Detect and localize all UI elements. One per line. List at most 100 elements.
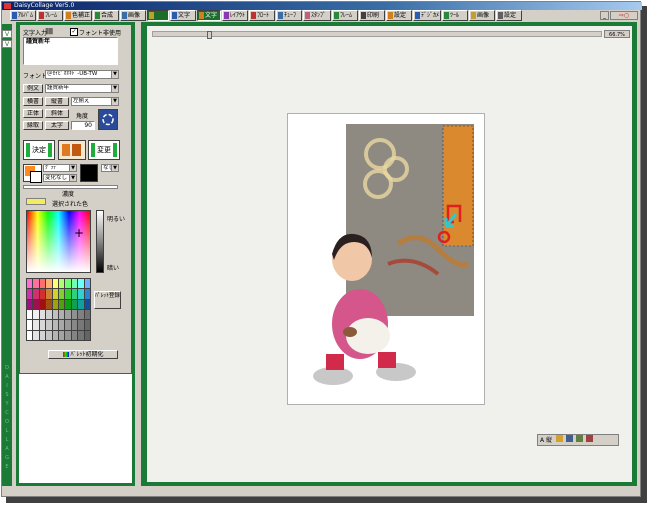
- toolbar-item[interactable]: ﾁｭｰﾌ: [276, 10, 302, 21]
- none-select[interactable]: なし ▼: [101, 164, 119, 172]
- preview-button[interactable]: [58, 140, 86, 160]
- palette-swatch[interactable]: [71, 289, 78, 299]
- palette-swatch[interactable]: [39, 279, 46, 289]
- palette-swatch[interactable]: [59, 320, 65, 330]
- palette-register-button[interactable]: ﾊﾟﾚｯﾄ登録: [94, 291, 121, 309]
- palette-swatch[interactable]: [33, 289, 39, 299]
- side-button-v2[interactable]: V: [2, 40, 12, 48]
- palette-swatch[interactable]: [84, 309, 90, 320]
- vertical-button[interactable]: 縦書: [45, 97, 69, 106]
- align-select[interactable]: 左揃え ▼: [71, 97, 119, 106]
- toolbar-item[interactable]: ﾌﾛｰﾄ: [249, 10, 275, 21]
- palette-swatch[interactable]: [52, 279, 58, 289]
- toolbar-item[interactable]: ｱﾙﾊﾞﾑ: [10, 10, 36, 21]
- horizontal-button[interactable]: 横書: [23, 97, 43, 106]
- toolbar-item[interactable]: 画像: [120, 10, 146, 21]
- bold-button[interactable]: 太字: [45, 121, 69, 130]
- toolbar-item[interactable]: 設定: [386, 10, 412, 21]
- toolbar-item[interactable]: ﾂｰﾙ: [442, 10, 468, 21]
- example-select[interactable]: 謹賀新年 ▼: [45, 84, 119, 93]
- regular-button[interactable]: 正体: [23, 109, 43, 118]
- tool-icon[interactable]: [555, 435, 563, 442]
- palette-swatch[interactable]: [84, 330, 90, 340]
- toolbar-item[interactable]: 色補正: [64, 10, 92, 21]
- minimize-button[interactable]: _: [600, 11, 609, 20]
- toolbar-item[interactable]: 文字: [170, 10, 196, 21]
- palette-swatch[interactable]: [71, 309, 78, 320]
- palette-swatch[interactable]: [39, 309, 46, 320]
- palette-swatch[interactable]: [65, 320, 71, 330]
- toolbar-item[interactable]: 設定: [496, 10, 522, 21]
- toolbar-item[interactable]: ﾚｲｱｳﾄ: [222, 10, 248, 21]
- palette-swatch[interactable]: [27, 320, 33, 330]
- palette-swatch[interactable]: [65, 309, 71, 320]
- horizontal-scrollbar[interactable]: [152, 31, 602, 39]
- tool-icon[interactable]: [565, 435, 573, 442]
- palette-init-button[interactable]: ﾊﾟﾚｯﾄ初期化: [48, 350, 118, 359]
- palette-swatch[interactable]: [27, 309, 33, 320]
- color-spectrum[interactable]: +: [26, 210, 91, 273]
- palette-swatch[interactable]: [71, 330, 78, 340]
- italic-button[interactable]: 斜体: [45, 109, 69, 118]
- palette-swatch[interactable]: [84, 279, 90, 289]
- color-swatch-pair[interactable]: [23, 164, 42, 183]
- use-font-checkbox[interactable]: ✓: [70, 28, 78, 36]
- palette-swatch[interactable]: [46, 320, 52, 330]
- exit-button[interactable]: ⇨○: [610, 11, 638, 20]
- text-input-area[interactable]: 謹賀新年: [23, 37, 118, 65]
- palette-swatch[interactable]: [65, 330, 71, 340]
- palette-swatch[interactable]: [39, 299, 46, 309]
- palette-swatch[interactable]: [59, 330, 65, 340]
- deform-select[interactable]: 変化なし ▼: [43, 174, 77, 182]
- outline-button[interactable]: 縁取: [23, 121, 43, 130]
- palette-swatch[interactable]: [46, 309, 52, 320]
- palette-swatch[interactable]: [59, 309, 65, 320]
- tool-icon[interactable]: [575, 435, 583, 442]
- palette-swatch[interactable]: [52, 320, 58, 330]
- toolbar-item[interactable]: ﾃﾞｼﾞｶﾒ: [413, 10, 441, 21]
- gradation-select[interactable]: ｸﾞﾗﾃﾞ ▼: [43, 164, 77, 172]
- palette-swatch[interactable]: [46, 289, 52, 299]
- palette-swatch[interactable]: [27, 299, 33, 309]
- palette-swatch[interactable]: [52, 330, 58, 340]
- palette-swatch[interactable]: [84, 320, 90, 330]
- tool-icon[interactable]: [585, 435, 593, 442]
- toolbar-item[interactable]: 印刷: [359, 10, 385, 21]
- palette-swatch[interactable]: [33, 309, 39, 320]
- palette-swatch[interactable]: [84, 289, 90, 299]
- angle-input[interactable]: 90: [71, 121, 95, 130]
- palette-swatch[interactable]: [65, 279, 71, 289]
- palette-swatch[interactable]: [78, 309, 84, 320]
- palette-swatch[interactable]: [71, 299, 78, 309]
- fill-color-swatch[interactable]: [80, 164, 98, 182]
- scroll-thumb[interactable]: [207, 31, 212, 39]
- palette-swatch[interactable]: [46, 330, 52, 340]
- palette-swatch[interactable]: [65, 299, 71, 309]
- palette-swatch[interactable]: [59, 289, 65, 299]
- change-button[interactable]: 変更: [88, 140, 120, 160]
- palette-swatch[interactable]: [52, 309, 58, 320]
- palette-swatch[interactable]: [59, 299, 65, 309]
- canvas-page[interactable]: [288, 114, 484, 404]
- palette-swatch[interactable]: [33, 279, 39, 289]
- palette-swatch[interactable]: [39, 289, 46, 299]
- palette-swatch[interactable]: [78, 299, 84, 309]
- palette-swatch[interactable]: [65, 289, 71, 299]
- toolbar-item[interactable]: [147, 10, 169, 21]
- palette-swatch[interactable]: [52, 289, 58, 299]
- palette-swatch[interactable]: [71, 279, 78, 289]
- toolbar-item[interactable]: 文字: [197, 10, 221, 21]
- toolbar-item[interactable]: ﾌﾚｰﾑ: [37, 10, 63, 21]
- palette-swatch[interactable]: [33, 320, 39, 330]
- palette-swatch[interactable]: [46, 299, 52, 309]
- palette-swatch[interactable]: [39, 330, 46, 340]
- palette-swatch[interactable]: [78, 330, 84, 340]
- toolbar-item[interactable]: 合成: [93, 10, 119, 21]
- palette-swatch[interactable]: [33, 299, 39, 309]
- palette-swatch[interactable]: [78, 320, 84, 330]
- palette-swatch[interactable]: [78, 289, 84, 299]
- rotate-button[interactable]: [98, 109, 118, 130]
- palette-swatch[interactable]: [33, 330, 39, 340]
- toolbar-item[interactable]: ｽﾀﾝﾌﾟ: [303, 10, 331, 21]
- palette-swatch[interactable]: [39, 320, 46, 330]
